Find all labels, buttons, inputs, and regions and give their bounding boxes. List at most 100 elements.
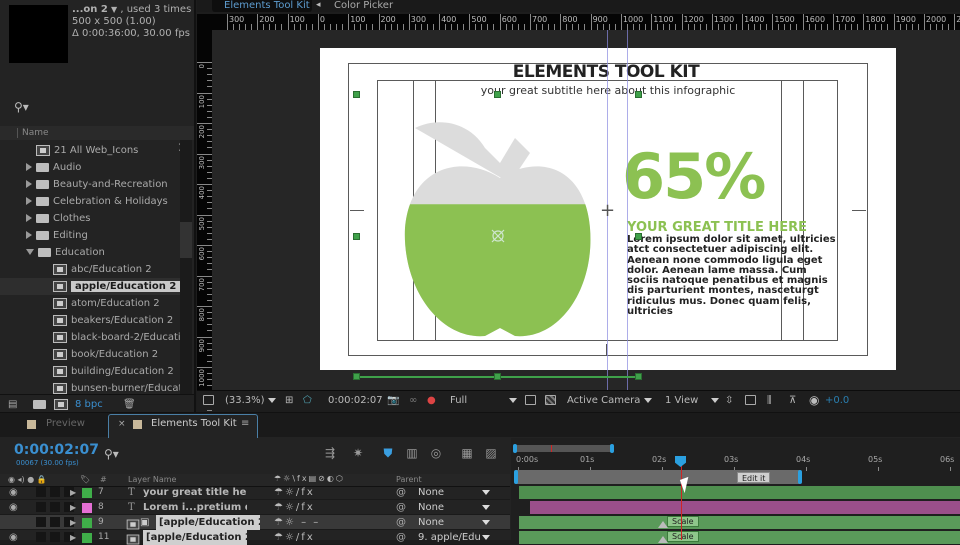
dropdown-arrow-icon[interactable] bbox=[482, 490, 490, 495]
collapsed-arrow-icon[interactable] bbox=[26, 163, 32, 171]
label-column-icon[interactable]: 🏷 bbox=[80, 475, 90, 484]
navigator-start-handle[interactable] bbox=[513, 444, 517, 453]
close-tab-icon[interactable]: × bbox=[118, 419, 126, 429]
solo-toggle[interactable] bbox=[50, 502, 60, 512]
transparency-grid-icon[interactable] bbox=[545, 395, 556, 405]
layer-name[interactable]: Lorem i...pretium quis, bbox=[143, 500, 247, 515]
current-time-display[interactable]: 0:00:02:07 bbox=[14, 442, 99, 458]
label-color-swatch[interactable] bbox=[82, 518, 92, 528]
transform-handle[interactable] bbox=[353, 373, 360, 380]
column-parent[interactable]: Parent bbox=[396, 475, 422, 484]
search-icon[interactable]: ⚲▾ bbox=[104, 447, 119, 461]
layer-switches[interactable]: ☂☼/fx bbox=[274, 530, 315, 545]
collapsed-arrow-icon[interactable] bbox=[26, 197, 32, 205]
transform-handle[interactable] bbox=[635, 233, 642, 240]
tab-preview[interactable]: Preview bbox=[46, 418, 85, 429]
column-number[interactable]: # bbox=[100, 475, 107, 484]
av-switches-icons[interactable]: ◉ ◂) ● 🔒 bbox=[8, 475, 47, 484]
solo-toggle[interactable] bbox=[50, 517, 60, 527]
transform-handle[interactable] bbox=[635, 373, 642, 380]
view-layout-dropdown[interactable]: 1 View bbox=[665, 395, 720, 406]
parent-dropdown[interactable]: 9. apple/Edu bbox=[418, 530, 481, 545]
expand-arrow-icon[interactable]: ▶ bbox=[70, 485, 76, 500]
toggle-pixel-aspect-icon[interactable]: ⇳ bbox=[725, 395, 733, 406]
project-item[interactable]: black-board-2/Educatio bbox=[0, 329, 180, 346]
new-comp-icon[interactable] bbox=[54, 399, 68, 410]
layer-switches[interactable]: ☂☼ – – bbox=[274, 515, 320, 530]
expand-arrow-icon[interactable]: ▶ bbox=[70, 530, 76, 545]
always-preview-icon[interactable] bbox=[203, 395, 214, 405]
tab-elements-tool-kit[interactable]: Elements Tool Kit bbox=[212, 0, 312, 12]
grid-guides-icon[interactable]: ⊞ bbox=[285, 395, 293, 406]
pick-whip-icon[interactable]: @ bbox=[396, 485, 406, 500]
parent-dropdown[interactable]: None bbox=[418, 500, 444, 515]
layer-name[interactable]: your great title here bbox=[143, 485, 247, 500]
transform-handle[interactable] bbox=[353, 91, 360, 98]
hide-shy-layers-icon[interactable]: ⛊ bbox=[381, 447, 395, 460]
viewer-timecode[interactable]: 0:00:02:07 bbox=[328, 395, 383, 406]
project-item[interactable]: building/Education 2 bbox=[0, 363, 180, 380]
project-scrollbar[interactable] bbox=[180, 140, 192, 395]
flowchart-icon[interactable]: ⊼ bbox=[789, 395, 796, 406]
timeline-icon[interactable]: ⫼ bbox=[767, 395, 772, 406]
dropdown-arrow-icon[interactable] bbox=[482, 505, 490, 510]
continuously-rasterize-icon[interactable]: ▣ bbox=[140, 515, 149, 530]
brainstorm-icon[interactable]: ▦ bbox=[460, 447, 474, 460]
column-layer-name[interactable]: Layer Name bbox=[128, 475, 176, 484]
layer-name[interactable]: [apple/Education 2] bbox=[143, 530, 247, 545]
project-item[interactable]: book/Education 2 bbox=[0, 346, 180, 363]
apple-graphic[interactable] bbox=[400, 118, 600, 343]
transform-handle[interactable] bbox=[353, 233, 360, 240]
audio-toggle[interactable] bbox=[36, 532, 46, 542]
draft-3d-icon[interactable]: ✷ bbox=[351, 447, 365, 460]
motion-blur-icon[interactable]: ◎ bbox=[429, 447, 443, 460]
dropdown-arrow-icon[interactable] bbox=[482, 535, 490, 540]
frame-blending-icon[interactable]: ▥ bbox=[405, 447, 419, 460]
transform-handle[interactable] bbox=[494, 91, 501, 98]
current-time-indicator-line[interactable] bbox=[681, 458, 682, 540]
guide-line[interactable] bbox=[627, 30, 628, 390]
label-color-swatch[interactable] bbox=[82, 503, 92, 513]
exposure-reset-icon[interactable]: ◉ bbox=[809, 393, 819, 407]
work-area-end[interactable] bbox=[798, 470, 802, 484]
layer-duration-bar[interactable] bbox=[530, 501, 960, 514]
audio-toggle[interactable] bbox=[36, 487, 46, 497]
expanded-arrow-icon[interactable] bbox=[26, 249, 34, 255]
new-folder-icon[interactable] bbox=[33, 400, 46, 409]
layer-duration-bar[interactable] bbox=[519, 531, 960, 544]
label-color-swatch[interactable] bbox=[82, 488, 92, 498]
audio-toggle[interactable] bbox=[36, 517, 46, 527]
work-area-start[interactable] bbox=[514, 470, 518, 484]
horizontal-ruler[interactable]: 300 200 100 0 100 200 300 400 500 600 700 800 900 100… bbox=[197, 14, 960, 30]
expand-arrow-icon[interactable]: ▶ bbox=[70, 515, 76, 530]
layer-duration-bar[interactable] bbox=[519, 486, 960, 499]
trash-icon[interactable]: 🗑 bbox=[123, 399, 136, 410]
dropdown-arrow-icon[interactable] bbox=[482, 520, 490, 525]
snapshot-icon[interactable]: 📷 bbox=[387, 395, 399, 406]
mask-visibility-icon[interactable]: ⬠ bbox=[303, 395, 312, 406]
show-snapshot-icon[interactable]: ∞ bbox=[409, 395, 417, 406]
layer-row[interactable]: ▶ 9 ▣ [apple/Education 2] ☂☼ – – @ None bbox=[0, 515, 510, 530]
tab-color-picker[interactable]: Color Picker bbox=[334, 0, 393, 11]
collapsed-arrow-icon[interactable] bbox=[26, 180, 32, 188]
project-item[interactable]: atom/Education 2 bbox=[0, 295, 180, 312]
keyframe-label[interactable]: Scale bbox=[667, 531, 699, 542]
pick-whip-icon[interactable]: @ bbox=[396, 515, 406, 530]
transform-handle[interactable] bbox=[494, 373, 501, 380]
layer-duration-bar[interactable] bbox=[519, 516, 960, 529]
collapsed-arrow-icon[interactable] bbox=[26, 214, 32, 222]
transform-handle[interactable] bbox=[635, 91, 642, 98]
search-icon[interactable]: ⚲▾ bbox=[14, 100, 29, 114]
visibility-eye-icon[interactable]: ◉ bbox=[9, 500, 18, 515]
project-item[interactable]: Celebration & Holidays bbox=[0, 193, 180, 210]
layer-switches[interactable]: ☂☼/fx bbox=[274, 500, 315, 515]
channel-icon[interactable]: ● bbox=[427, 395, 436, 406]
layer-switches[interactable]: ☂☼/fx bbox=[274, 485, 315, 500]
parent-dropdown[interactable]: None bbox=[418, 485, 444, 500]
project-item[interactable]: Clothes bbox=[0, 210, 180, 227]
project-item[interactable]: Editing bbox=[0, 227, 180, 244]
project-item[interactable]: Education bbox=[0, 244, 180, 261]
time-navigator[interactable] bbox=[515, 445, 612, 452]
audio-toggle[interactable] bbox=[36, 502, 46, 512]
camera-dropdown[interactable]: Active Camera bbox=[567, 395, 652, 406]
